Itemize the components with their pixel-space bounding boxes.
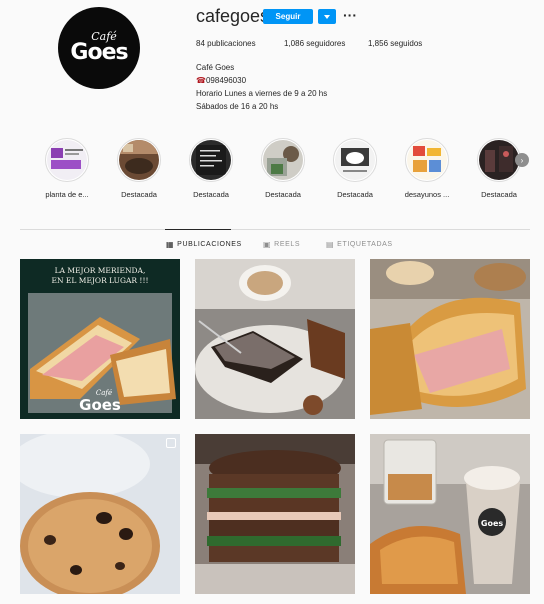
reel-indicator-icon (166, 438, 176, 448)
highlight-item[interactable]: Destacada (180, 138, 242, 199)
avatar-goes-text: Goes (70, 40, 128, 65)
reels-icon: ▣ (263, 240, 272, 249)
post-thumbnail[interactable] (20, 434, 180, 594)
tab-reels[interactable]: ▣ REELS (263, 240, 300, 249)
highlight-label: Destacada (193, 190, 229, 199)
highlight-item[interactable]: planta de e... (36, 138, 98, 199)
cup-logo-text: Goes (481, 519, 503, 528)
highlight-label: Destacada (121, 190, 157, 199)
tab-publicaciones[interactable]: ▦ PUBLICACIONES (166, 240, 242, 249)
tab-label: ETIQUETADAS (337, 241, 393, 248)
bio-hours-weekdays: Horario Lunes a viernes de 9 a 20 hs (196, 89, 328, 98)
active-tab-indicator (165, 229, 231, 230)
highlight-label: planta de e... (45, 190, 89, 199)
highlight-label: desayunos ... (404, 190, 450, 199)
post-image: LA MEJOR MERIENDA, EN EL MEJOR LUGAR !!!… (20, 259, 180, 419)
bio-hours-saturday: Sábados de 16 a 20 hs (196, 102, 279, 111)
tagged-icon: ▤ (326, 240, 335, 249)
highlight-thumbnail (263, 140, 303, 180)
more-options-icon[interactable]: ··· (343, 6, 357, 24)
highlight-label: Destacada (481, 190, 517, 199)
post-image (370, 259, 530, 419)
phone-icon: ☎ (196, 76, 206, 85)
posts-count: 84 publicaciones (196, 39, 256, 48)
highlight-thumbnail (191, 140, 231, 180)
highlight-thumbnail (479, 140, 519, 180)
post-image: Goes (370, 434, 530, 594)
bio-phone: 098496030 (205, 76, 247, 85)
suggested-accounts-button[interactable] (318, 9, 336, 24)
post-thumbnail[interactable]: LA MEJOR MERIENDA, EN EL MEJOR LUGAR !!!… (20, 259, 180, 419)
tabs-divider (20, 229, 530, 230)
chevron-right-icon[interactable]: › (515, 153, 529, 167)
highlight-item[interactable]: Destacada (252, 138, 314, 199)
post-image (20, 434, 180, 594)
highlight-thumbnail (47, 140, 87, 180)
post-thumbnail[interactable] (195, 434, 355, 594)
post-overlay-line1: LA MEJOR MERIENDA, (55, 266, 146, 275)
highlight-thumbnail (335, 140, 375, 180)
highlight-thumbnail (119, 140, 159, 180)
highlight-item[interactable]: Destacada (324, 138, 386, 199)
post-thumbnail[interactable]: Goes (370, 434, 530, 594)
post-image (195, 434, 355, 594)
tab-etiquetadas[interactable]: ▤ ETIQUETADAS (326, 240, 393, 249)
grid-icon: ▦ (166, 240, 175, 249)
highlight-thumbnail (407, 140, 447, 180)
followers-count[interactable]: 1,086 seguidores (284, 39, 368, 48)
post-thumbnail[interactable] (370, 259, 530, 419)
highlight-item[interactable]: desayunos ... (396, 138, 458, 199)
tab-label: REELS (274, 241, 301, 248)
post-overlay-line2: EN EL MEJOR LUGAR !!! (52, 276, 149, 285)
highlight-label: Destacada (337, 190, 373, 199)
profile-stats: 84 publicaciones 1,086 seguidores 1,856 … (196, 39, 422, 48)
profile-avatar[interactable]: Café Goes (58, 7, 140, 89)
highlight-item[interactable]: Destacada (468, 138, 530, 199)
profile-username: cafegoes (196, 6, 270, 26)
highlight-item[interactable]: Destacada (108, 138, 170, 199)
post-thumbnail[interactable] (195, 259, 355, 419)
chevron-down-icon (324, 14, 330, 19)
post-logo-main: Goes (79, 396, 121, 414)
story-highlights: planta de e... Destacada Destacada Desta… (36, 138, 529, 208)
tab-label: PUBLICACIONES (177, 241, 242, 248)
profile-bio: Café Goes ☎098496030 Horario Lunes a vie… (196, 61, 327, 113)
post-image (195, 259, 355, 419)
highlight-label: Destacada (265, 190, 301, 199)
follow-button[interactable]: Seguir (263, 9, 313, 24)
following-count[interactable]: 1,856 seguidos (368, 39, 422, 48)
bio-name: Café Goes (196, 63, 235, 72)
